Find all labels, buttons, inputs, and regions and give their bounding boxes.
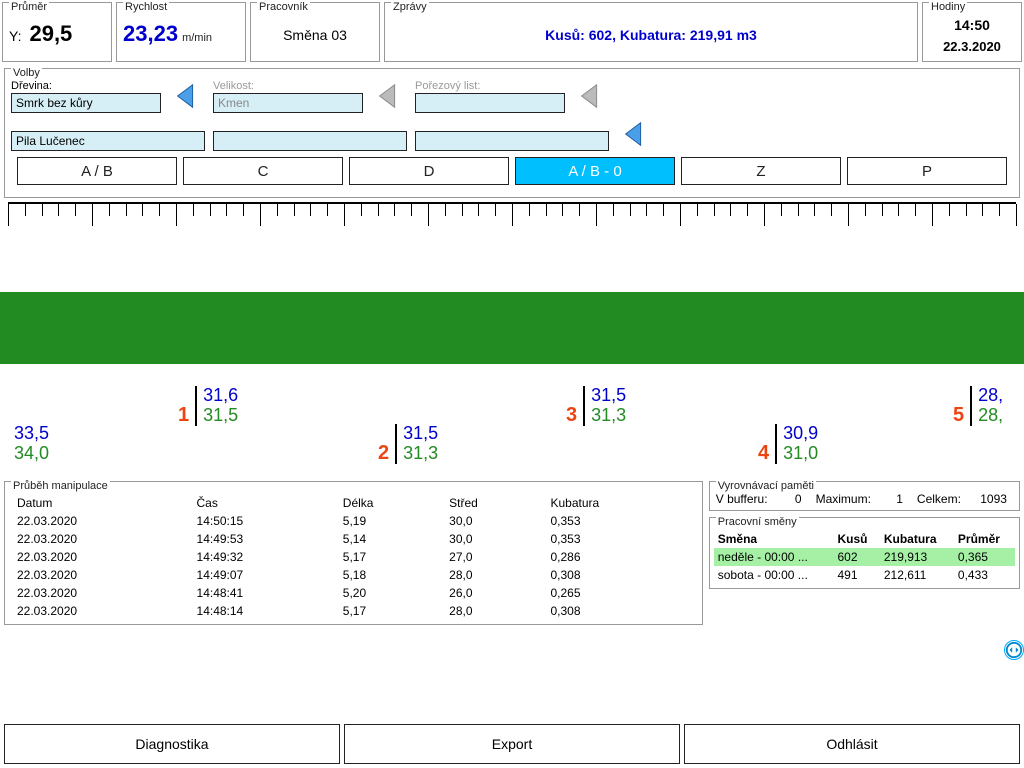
size-label: Velikost: [213, 80, 363, 92]
table-row[interactable]: 22.03.202014:50:155,1930,00,353 [11, 512, 696, 530]
buf-v1: 0 [772, 492, 802, 506]
reading-3-index: 3 [566, 404, 577, 426]
reading-2-index: 2 [378, 442, 389, 464]
grade-p-button[interactable]: P [847, 157, 1007, 185]
table-row[interactable]: 22.03.202014:49:075,1828,00,308 [11, 566, 696, 584]
reading-5-bot: 28, [978, 406, 1003, 426]
export-button[interactable]: Export [344, 724, 680, 764]
size-field[interactable]: Kmen [213, 93, 363, 113]
grade-d-button[interactable]: D [349, 157, 509, 185]
history-h-time: Čas [191, 494, 337, 512]
panel-title: Průměr [9, 1, 49, 13]
mill-field[interactable]: Pila Lučenec [11, 131, 205, 151]
history-h-len: Délka [337, 494, 443, 512]
table-row[interactable]: 22.03.202014:48:415,2026,00,265 [11, 584, 696, 602]
panel-speed: Rychlost 23,23 m/min [116, 2, 246, 62]
clock-date: 22.3.2020 [929, 39, 1015, 54]
reading-3-bot: 31,3 [591, 406, 626, 426]
grade-z-button[interactable]: Z [681, 157, 841, 185]
reading-5-top: 28, [978, 386, 1003, 406]
diagnostics-button[interactable]: Diagnostika [4, 724, 340, 764]
reading-3-top: 31,5 [591, 386, 626, 406]
shifts-h-pcs: Kusů [833, 530, 879, 548]
reading-4-index: 4 [758, 442, 769, 464]
table-row[interactable]: neděle - 00:00 ...602219,9130,365 [714, 548, 1015, 566]
panel-title: Pracovní směny [716, 516, 799, 528]
reading-1-top: 31,6 [203, 386, 238, 406]
buf-l2: Maximum: [816, 492, 871, 506]
panel-shifts: Pracovní směny Směna Kusů Kubatura Průmě… [709, 517, 1020, 589]
shifts-h-kub: Kubatura [880, 530, 954, 548]
history-table: Datum Čas Délka Střed Kubatura 22.03.202… [11, 494, 696, 620]
cutlist-field[interactable] [415, 93, 565, 113]
shifts-table: Směna Kusů Kubatura Průměr neděle - 00:0… [714, 530, 1015, 584]
table-row[interactable]: 22.03.202014:49:535,1430,00,353 [11, 530, 696, 548]
extra-field-2[interactable] [415, 131, 609, 151]
speed-value: 23,23 [123, 21, 178, 47]
log-graph [8, 202, 1016, 382]
shifts-h-shift: Směna [714, 530, 834, 548]
worker-value: Směna 03 [283, 27, 347, 43]
panel-title: Pracovník [257, 1, 310, 13]
reading-5-index: 5 [953, 404, 964, 426]
cutlist-label: Pořezový list: [415, 80, 565, 92]
reading-2-top: 31,5 [403, 424, 438, 444]
diameter-value: 29,5 [29, 21, 72, 47]
panel-worker: Pracovník Směna 03 [250, 2, 380, 62]
readings-strip: 33,5 34,0 1 31,6 31,5 2 31,5 31,3 3 31,5… [8, 386, 1016, 481]
message-text: Kusů: 602, Kubatura: 219,91 m3 [545, 27, 757, 43]
reading-4-top: 30,9 [783, 424, 818, 444]
panel-title: Volby [11, 67, 42, 79]
wood-prev-button[interactable] [169, 79, 205, 113]
shifts-h-avg: Průměr [954, 530, 1015, 548]
mill-prev-button[interactable] [617, 117, 653, 151]
history-h-date: Datum [11, 494, 191, 512]
reading-left-top: 33,5 [14, 424, 49, 444]
buf-v3: 1093 [965, 492, 1007, 506]
axis-label: Y: [9, 28, 21, 44]
panel-title: Zprávy [391, 1, 429, 13]
buf-l1: V bufferu: [716, 492, 768, 506]
grade-c-button[interactable]: C [183, 157, 343, 185]
reading-1-index: 1 [178, 404, 189, 426]
panel-clock: Hodiny 14:50 22.3.2020 [922, 2, 1022, 62]
grade-ab-button[interactable]: A / B [17, 157, 177, 185]
size-prev-button[interactable] [371, 79, 407, 113]
clock-time: 14:50 [929, 17, 1015, 33]
panel-title: Hodiny [929, 1, 967, 13]
buf-v2: 1 [875, 492, 903, 506]
table-row[interactable]: 22.03.202014:48:145,1728,00,308 [11, 602, 696, 620]
graph-scale [8, 204, 1016, 224]
panel-title: Vyrovnávací paměti [716, 480, 816, 492]
buf-l3: Celkem: [917, 492, 961, 506]
wood-field[interactable]: Smrk bez kůry [11, 93, 161, 113]
extra-field-1[interactable] [213, 131, 407, 151]
graph-log-body [0, 292, 1024, 364]
logout-button[interactable]: Odhlásit [684, 724, 1020, 764]
teamviewer-icon[interactable] [1004, 640, 1024, 660]
panel-buffer: Vyrovnávací paměti V bufferu: 0 Maximum:… [709, 481, 1020, 511]
table-row[interactable]: sobota - 00:00 ...491212,6110,433 [714, 566, 1015, 584]
panel-title: Rychlost [123, 1, 169, 13]
panel-messages: Zprávy Kusů: 602, Kubatura: 219,91 m3 [384, 2, 918, 62]
reading-left-bot: 34,0 [14, 444, 49, 464]
cutlist-prev-button[interactable] [573, 79, 609, 113]
history-h-kub: Kubatura [545, 494, 696, 512]
grade-ab0-button[interactable]: A / B - 0 [515, 157, 675, 185]
table-row[interactable]: 22.03.202014:49:325,1727,00,286 [11, 548, 696, 566]
speed-unit: m/min [182, 32, 212, 44]
panel-diameter: Průměr Y: 29,5 [2, 2, 112, 62]
wood-label: Dřevina: [11, 80, 161, 92]
reading-1-bot: 31,5 [203, 406, 238, 426]
panel-title: Průběh manipulace [11, 480, 110, 492]
reading-4-bot: 31,0 [783, 444, 818, 464]
reading-2-bot: 31,3 [403, 444, 438, 464]
panel-options: Volby Dřevina: Smrk bez kůry Velikost: K… [4, 68, 1020, 198]
history-h-mid: Střed [443, 494, 544, 512]
panel-history: Průběh manipulace Datum Čas Délka Střed … [4, 481, 703, 625]
